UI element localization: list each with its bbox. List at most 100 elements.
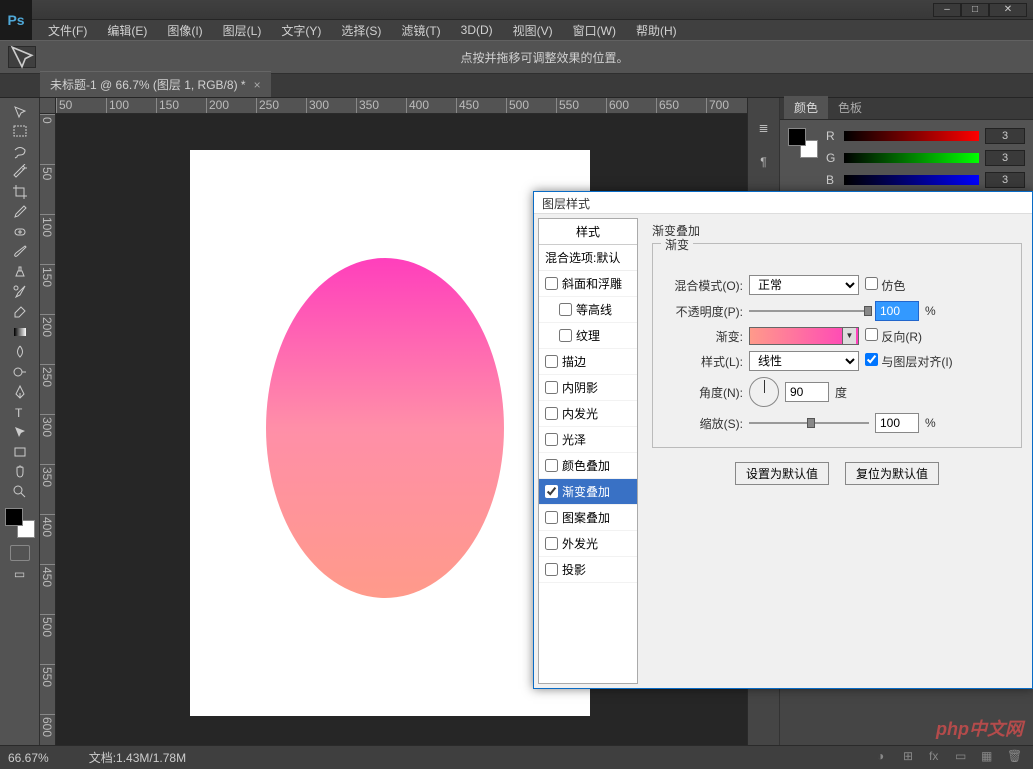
style-item-outer-glow[interactable]: 外发光 [539, 531, 637, 557]
style-item-gradient-overlay[interactable]: 渐变叠加 [539, 479, 637, 505]
gradient-style-select[interactable]: 线性 [749, 351, 859, 371]
g-slider[interactable] [844, 153, 979, 163]
dither-checkbox-label[interactable]: 仿色 [865, 277, 905, 294]
opacity-slider[interactable] [749, 310, 869, 312]
style-item-contour[interactable]: 等高线 [539, 297, 637, 323]
window-minimize-button[interactable]: – [933, 3, 961, 17]
history-brush-tool[interactable] [8, 282, 32, 301]
reverse-checkbox[interactable] [865, 328, 878, 341]
type-tool[interactable]: T [8, 402, 32, 421]
g-value-input[interactable] [985, 150, 1025, 166]
panel-fg-swatch[interactable] [788, 128, 806, 146]
inner-shadow-checkbox[interactable] [545, 381, 558, 394]
blending-options-item[interactable]: 混合选项:默认 [539, 245, 637, 271]
document-tab-close-icon[interactable]: × [254, 78, 261, 92]
healing-brush-tool[interactable] [8, 222, 32, 241]
satin-checkbox[interactable] [545, 433, 558, 446]
stroke-checkbox[interactable] [545, 355, 558, 368]
menu-window[interactable]: 窗口(W) [565, 20, 624, 41]
quick-mask-toggle[interactable] [10, 545, 30, 561]
scale-slider[interactable] [749, 422, 869, 424]
history-panel-icon[interactable]: ≣ [754, 118, 774, 138]
pattern-overlay-checkbox[interactable] [545, 511, 558, 524]
document-canvas[interactable] [190, 150, 590, 716]
path-selection-tool[interactable] [8, 422, 32, 441]
menu-image[interactable]: 图像(I) [159, 20, 210, 41]
reset-default-button[interactable]: 复位为默认值 [845, 462, 939, 485]
style-item-texture[interactable]: 纹理 [539, 323, 637, 349]
character-panel-icon[interactable]: ¶ [754, 152, 774, 172]
gradient-tool[interactable] [8, 322, 32, 341]
menu-filter[interactable]: 滤镜(T) [393, 20, 448, 41]
color-panel-tab[interactable]: 颜色 [784, 96, 828, 119]
texture-checkbox[interactable] [559, 329, 572, 342]
styles-list-header[interactable]: 样式 [539, 219, 637, 245]
align-checkbox[interactable] [865, 353, 878, 366]
menu-type[interactable]: 文字(Y) [273, 20, 329, 41]
style-item-color-overlay[interactable]: 颜色叠加 [539, 453, 637, 479]
screen-mode-button[interactable]: ▭ [10, 566, 30, 582]
inner-glow-checkbox[interactable] [545, 407, 558, 420]
dodge-tool[interactable] [8, 362, 32, 381]
current-tool-indicator[interactable] [8, 46, 36, 68]
app-logo[interactable]: Ps [0, 0, 32, 40]
menu-view[interactable]: 视图(V) [505, 20, 561, 41]
ruler-origin[interactable] [40, 98, 56, 114]
r-slider[interactable] [844, 131, 979, 141]
move-tool[interactable] [8, 102, 32, 121]
menu-layer[interactable]: 图层(L) [215, 20, 270, 41]
bottom-icon-3[interactable]: fx [929, 749, 945, 765]
b-value-input[interactable] [985, 172, 1025, 188]
b-slider[interactable] [844, 175, 979, 185]
menu-help[interactable]: 帮助(H) [628, 20, 685, 41]
style-item-inner-shadow[interactable]: 内阴影 [539, 375, 637, 401]
blur-tool[interactable] [8, 342, 32, 361]
marquee-tool[interactable] [8, 122, 32, 141]
brush-tool[interactable] [8, 242, 32, 261]
ruler-horizontal[interactable]: 5010015020025030035040045050055060065070… [56, 98, 747, 114]
swatches-panel-tab[interactable]: 色板 [828, 96, 872, 119]
ruler-vertical[interactable]: 050100150200250300350400450500550600 [40, 114, 56, 745]
bottom-icon-1[interactable]: ◑ [877, 749, 893, 765]
hand-tool[interactable] [8, 462, 32, 481]
blend-mode-select[interactable]: 正常 [749, 275, 859, 295]
gradient-ellipse-shape[interactable] [266, 258, 504, 598]
drop-shadow-checkbox[interactable] [545, 563, 558, 576]
document-size-info[interactable]: 文档:1.43M/1.78M [89, 749, 186, 766]
angle-input[interactable] [785, 382, 829, 402]
zoom-percentage[interactable]: 66.67% [8, 751, 49, 765]
window-close-button[interactable]: ✕ [989, 3, 1027, 17]
dither-checkbox[interactable] [865, 277, 878, 290]
contour-checkbox[interactable] [559, 303, 572, 316]
style-item-stroke[interactable]: 描边 [539, 349, 637, 375]
style-item-drop-shadow[interactable]: 投影 [539, 557, 637, 583]
pen-tool[interactable] [8, 382, 32, 401]
reverse-checkbox-label[interactable]: 反向(R) [865, 328, 922, 345]
r-value-input[interactable] [985, 128, 1025, 144]
menu-3d[interactable]: 3D(D) [453, 21, 501, 39]
set-default-button[interactable]: 设置为默认值 [735, 462, 829, 485]
menu-edit[interactable]: 编辑(E) [99, 20, 155, 41]
style-item-inner-glow[interactable]: 内发光 [539, 401, 637, 427]
dialog-title[interactable]: 图层样式 [534, 192, 1032, 214]
bottom-icon-5[interactable]: ▦ [981, 749, 997, 765]
bottom-icon-4[interactable]: ▭ [955, 749, 971, 765]
align-checkbox-label[interactable]: 与图层对齐(I) [865, 353, 953, 370]
style-item-satin[interactable]: 光泽 [539, 427, 637, 453]
gradient-overlay-checkbox[interactable] [545, 485, 558, 498]
gradient-picker[interactable]: ▼ [749, 327, 859, 345]
bevel-checkbox[interactable] [545, 277, 558, 290]
rectangle-tool[interactable] [8, 442, 32, 461]
style-item-bevel[interactable]: 斜面和浮雕 [539, 271, 637, 297]
window-maximize-button[interactable]: □ [961, 3, 989, 17]
style-item-pattern-overlay[interactable]: 图案叠加 [539, 505, 637, 531]
bottom-icon-6[interactable]: 🗑 [1007, 749, 1023, 765]
eyedropper-tool[interactable] [8, 202, 32, 221]
document-tab[interactable]: 未标题-1 @ 66.7% (图层 1, RGB/8) * × [40, 71, 271, 97]
magic-wand-tool[interactable] [8, 162, 32, 181]
gradient-dropdown-icon[interactable]: ▼ [842, 328, 856, 344]
angle-dial[interactable] [749, 377, 779, 407]
panel-color-swatches[interactable] [788, 128, 818, 158]
opacity-input[interactable] [875, 301, 919, 321]
crop-tool[interactable] [8, 182, 32, 201]
